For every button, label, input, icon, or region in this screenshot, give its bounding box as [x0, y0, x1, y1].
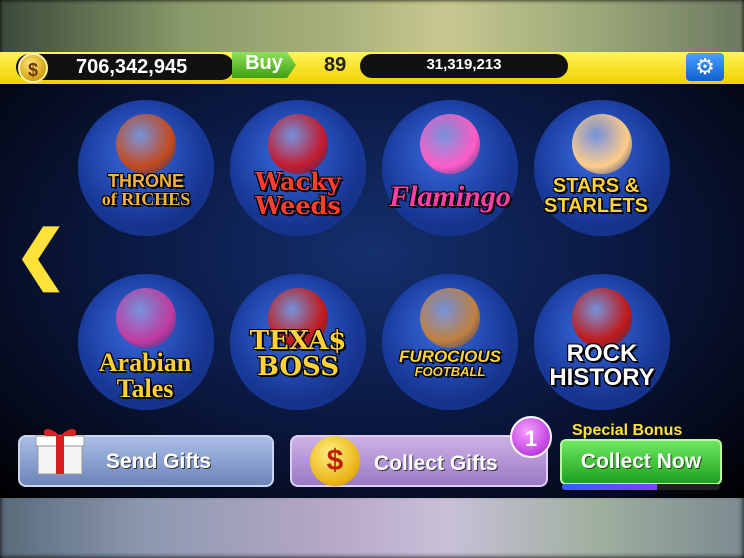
settings-button[interactable]: ⚙ [686, 53, 724, 81]
xp-counter: 31,319,213 [360, 54, 568, 78]
game-art [116, 288, 176, 348]
game-title-line2: HISTORY [549, 364, 655, 391]
bonus-progress-bar [562, 484, 720, 490]
game-title-line1: STARS & [552, 175, 640, 197]
game-title: Arabian Tales [70, 350, 220, 402]
coin-balance: 706,342,945 [16, 54, 234, 80]
coin-icon: $ [18, 53, 48, 83]
top-hud: 706,342,945 $ Buy 89 31,319,213 ⚙ [0, 52, 744, 84]
send-gifts-label: Send Gifts [106, 450, 212, 473]
game-title-line2: of RICHES [101, 189, 191, 209]
game-art [420, 288, 480, 348]
game-tile-flamingo[interactable] [382, 100, 518, 236]
coin-balance-value: 706,342,945 [76, 56, 188, 78]
game-tile-throne-of-riches[interactable] [78, 100, 214, 236]
game-title-line1: FUROCIOUS [399, 347, 501, 366]
game-tile-furocious-football[interactable] [382, 274, 518, 410]
dollar-coin-icon: $ [310, 436, 360, 486]
game-lobby: 706,342,945 $ Buy 89 31,319,213 ⚙ ❮ THRO… [0, 52, 744, 498]
gift-count-badge: 1 [510, 416, 552, 458]
game-title-line2: FOOTBALL [414, 364, 486, 379]
game-art [572, 288, 632, 348]
gift-icon [35, 429, 85, 475]
game-title: ROCK HISTORY [530, 342, 674, 390]
game-title: THRONE of RICHES [72, 172, 220, 208]
game-title: TEXA$ BOSS [230, 328, 366, 380]
game-title-line1: Arabian [98, 348, 192, 377]
game-title: Wacky Weeds [226, 170, 370, 218]
game-title: Flamingo [372, 182, 528, 212]
game-title-line1: Flamingo [389, 180, 511, 213]
game-art [116, 114, 176, 174]
game-art [420, 114, 480, 174]
blurred-background-bottom [0, 494, 744, 558]
chevron-left-icon[interactable]: ❮ [14, 222, 68, 286]
buy-button[interactable]: Buy [232, 52, 296, 78]
bonus-progress-fill [562, 484, 657, 490]
special-bonus-label: Special Bonus [572, 422, 683, 439]
game-art [572, 114, 632, 174]
blurred-background-top [0, 0, 744, 56]
collect-now-button[interactable]: Collect Now [560, 439, 722, 485]
game-art [268, 114, 328, 174]
game-title-line2: BOSS [256, 352, 340, 382]
player-level: 89 [324, 54, 347, 76]
game-title-line2: Tales [116, 374, 174, 403]
collect-gifts-label: Collect Gifts [374, 452, 498, 475]
game-title-line1: ROCK [566, 340, 638, 367]
game-title-line1: TEXA$ [249, 326, 347, 356]
gear-icon: ⚙ [695, 54, 715, 79]
game-title-line2: Weeds [255, 191, 341, 220]
game-title-line1: THRONE [108, 171, 184, 191]
game-title: FUROCIOUS FOOTBALL [370, 348, 530, 378]
game-title-line2: STARLETS [543, 195, 649, 217]
game-title: STARS & STARLETS [524, 176, 668, 216]
